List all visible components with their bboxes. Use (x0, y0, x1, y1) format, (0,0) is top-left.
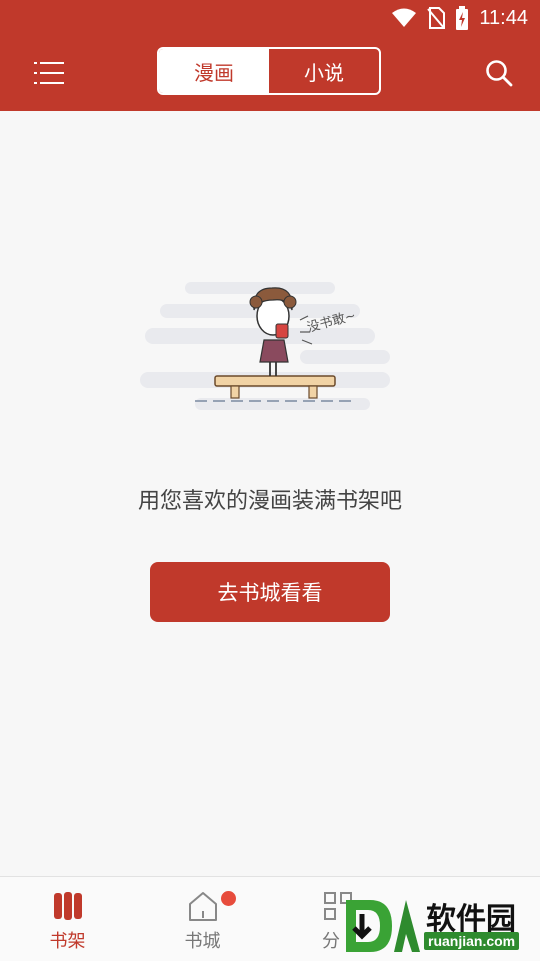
tab-comics[interactable]: 漫画 (159, 49, 269, 93)
wifi-icon (392, 8, 417, 27)
empty-state-message: 用您喜欢的漫画装满书架吧 (137, 489, 402, 514)
nav-label-bookshelf: 书架 (49, 931, 86, 952)
nav-item-bookstore[interactable]: 书城 (135, 877, 270, 961)
menu-icon[interactable] (34, 58, 66, 88)
content-type-switch: 漫画 小说 (157, 47, 381, 95)
battery-charging-icon (456, 6, 469, 30)
nav-item-bookshelf[interactable]: 书架 (0, 877, 135, 961)
status-time: 11:44 (479, 6, 528, 29)
status-bar: 11:44 (0, 0, 540, 36)
site-watermark: 软件园 ruanjian.com (340, 890, 540, 960)
bookshelf-icon (53, 892, 82, 920)
status-icons: 11:44 (391, 6, 528, 30)
go-to-store-button[interactable]: 去书城看看 (150, 562, 390, 622)
no-sim-icon (427, 7, 446, 29)
watermark-logo (346, 900, 420, 952)
watermark-subtitle: ruanjian.com (424, 932, 520, 950)
search-icon[interactable] (484, 58, 514, 88)
nav-label-bookstore: 书城 (184, 931, 221, 952)
app-bar: 漫画 小说 (0, 36, 540, 111)
empty-shelf-illustration: 没书敢~ (140, 282, 390, 410)
tab-novels[interactable]: 小说 (269, 49, 379, 93)
home-icon (188, 892, 217, 921)
notification-badge (221, 891, 236, 906)
